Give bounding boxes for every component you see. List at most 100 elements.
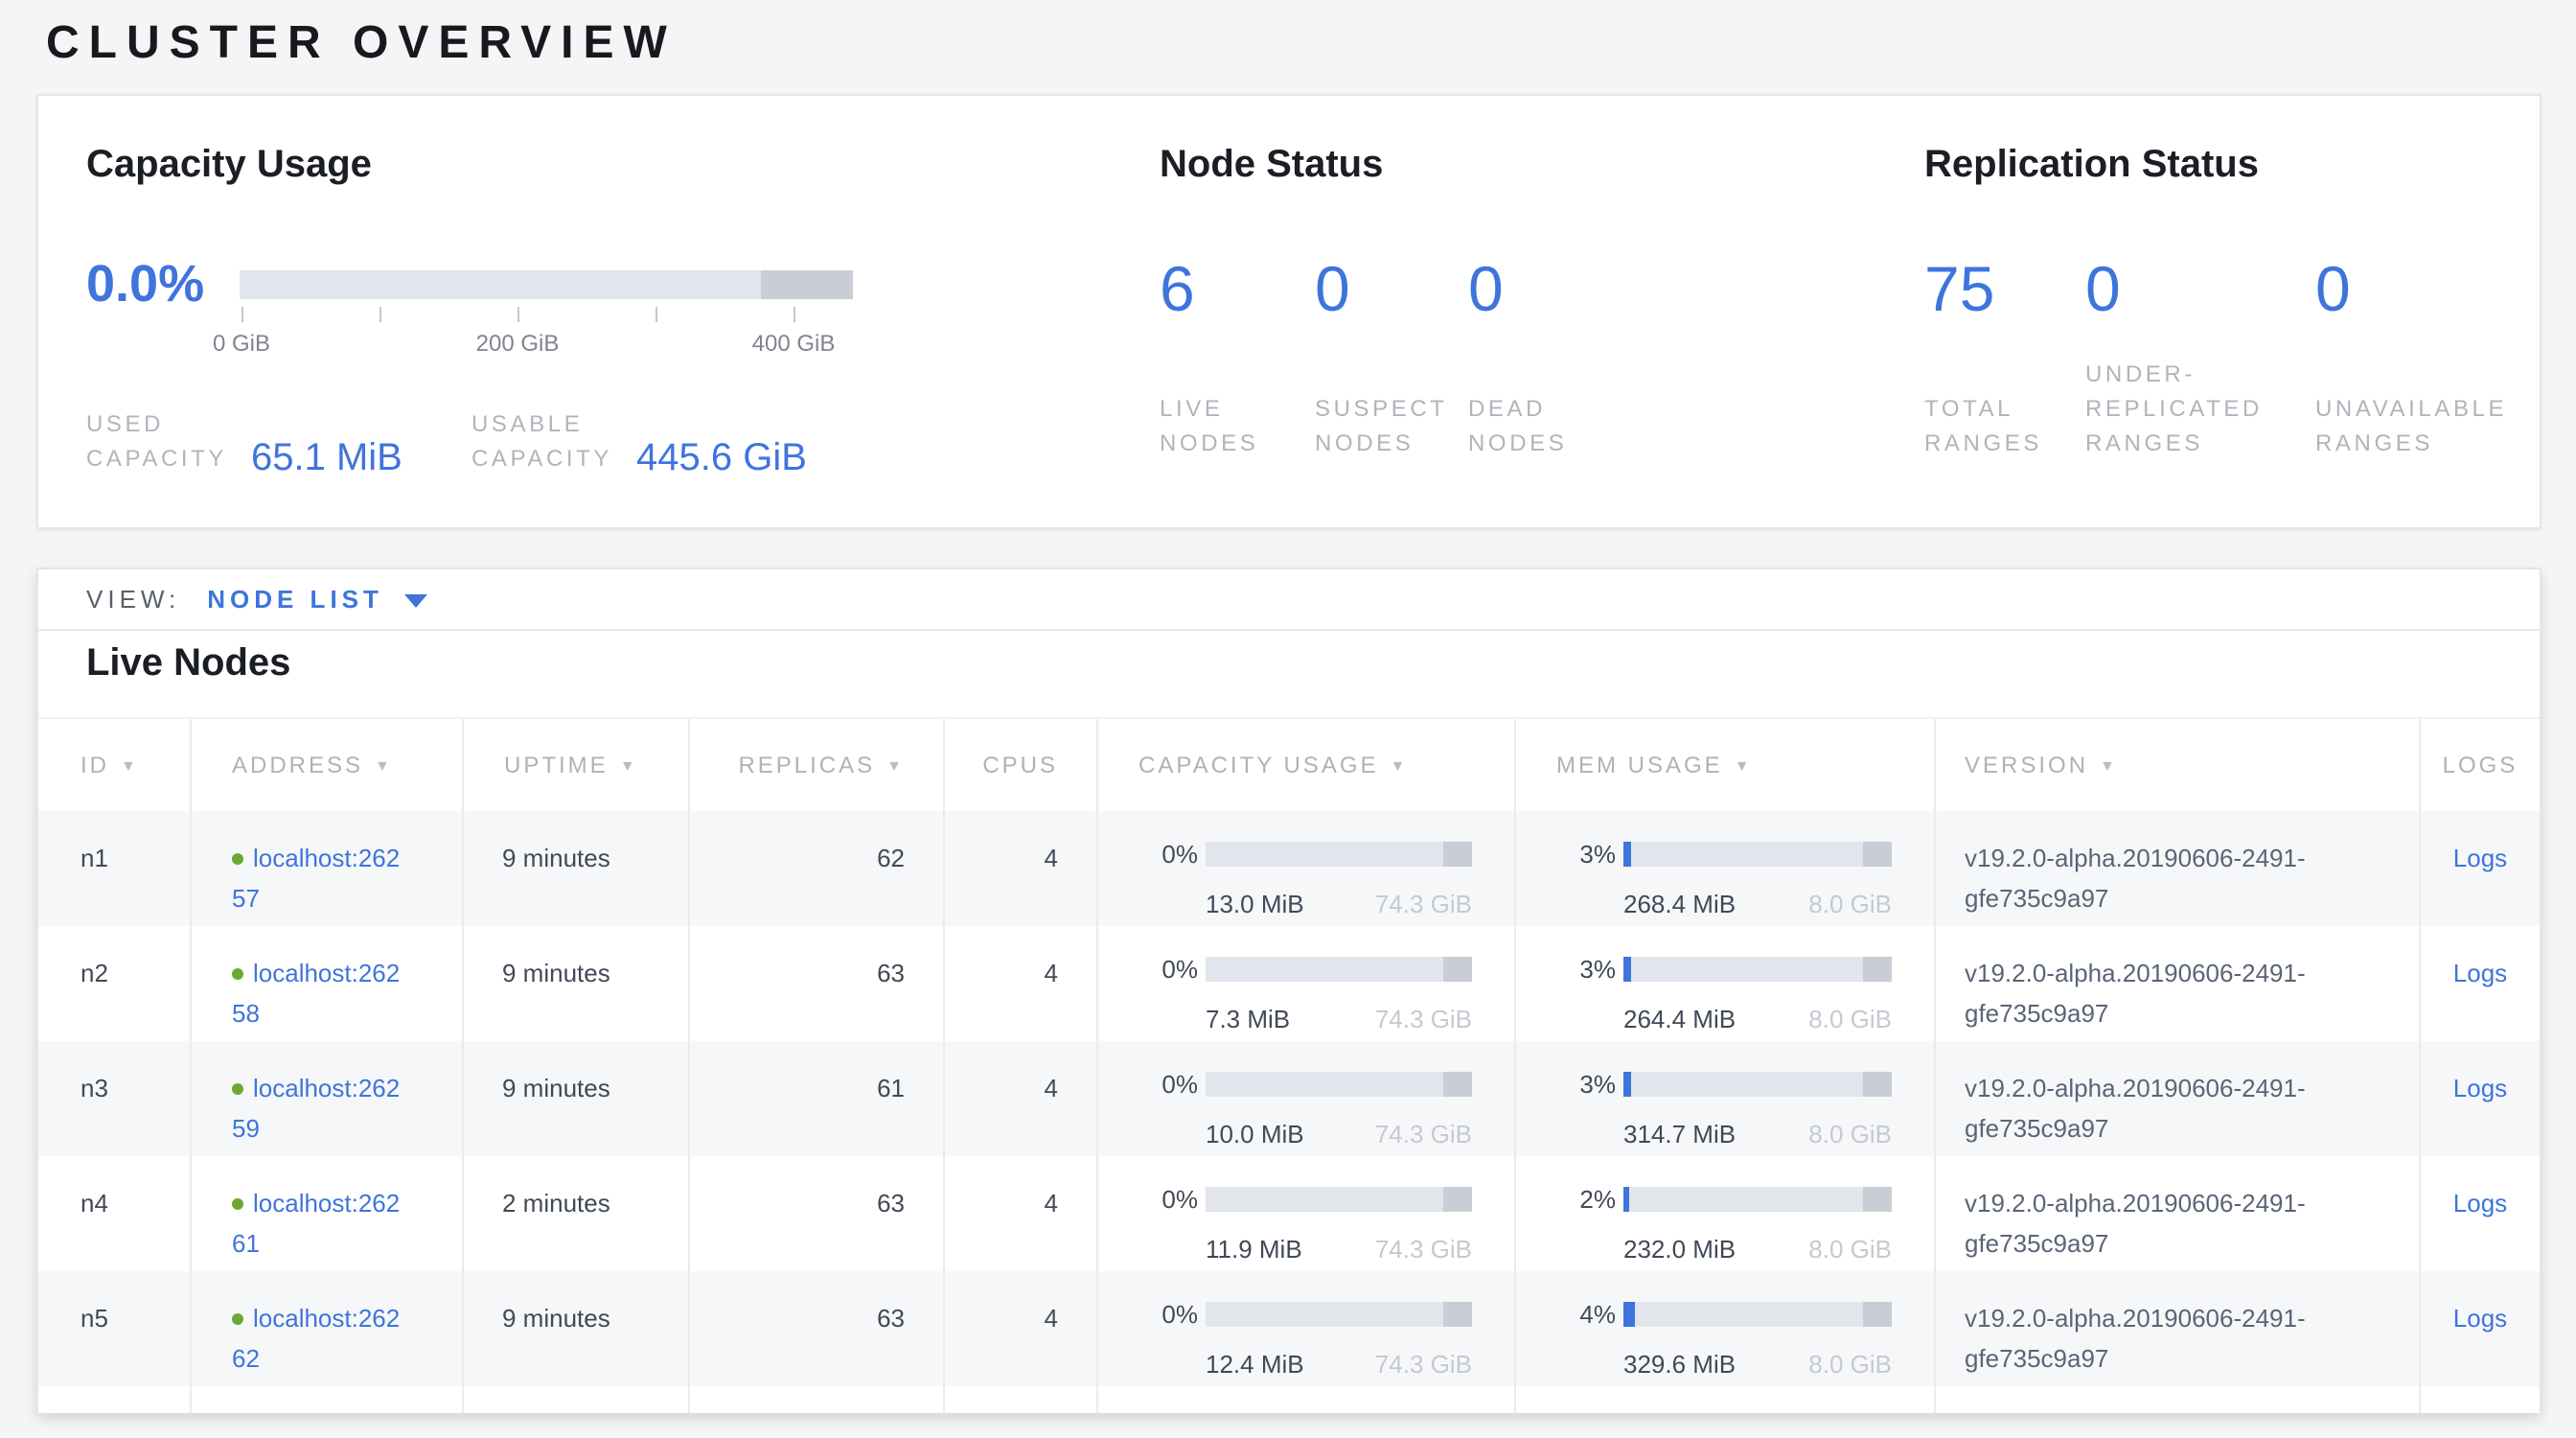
node-capacity-usage-cell: 0% 12.4 MiB 74.3 GiB: [1098, 1271, 1516, 1386]
view-selector-dropdown[interactable]: NODE LIST: [207, 585, 427, 614]
column-header-id[interactable]: ID ▼: [38, 719, 192, 811]
mem-gauge-bar: [1623, 957, 1892, 982]
table-cell: [464, 1386, 690, 1413]
capacity-used-value: 13.0 MiB: [1206, 884, 1304, 924]
live-nodes-label: LIVENODES: [1160, 391, 1258, 460]
node-logs-cell: Logs: [2421, 1271, 2540, 1386]
node-list-card: VIEW: NODE LIST Live Nodes ID ▼ ADDRESS …: [36, 568, 2542, 1413]
logs-link[interactable]: Logs: [2453, 844, 2507, 872]
node-version-cell: v19.2.0-alpha.20190606-2491-gfe735c9a97: [1936, 1271, 2421, 1386]
column-header-uptime[interactable]: UPTIME ▼: [464, 719, 690, 811]
mem-gauge-reserved-segment: [1864, 842, 1892, 867]
table-row: n2 localhost:26258 9 minutes 63 4 0%: [38, 926, 2540, 1041]
sort-arrow-icon: ▼: [886, 756, 905, 774]
node-status-heading: Node Status: [1160, 144, 1850, 188]
mem-used-value: 232.0 MiB: [1623, 1229, 1736, 1269]
mem-gauge-reserved-segment: [1864, 1302, 1892, 1327]
node-address-link[interactable]: localhost:26258: [232, 959, 400, 1028]
unavailable-ranges-label: UNAVAILABLERANGES: [2315, 391, 2507, 460]
node-address-link[interactable]: localhost:26261: [232, 1189, 400, 1258]
table-cell: [1098, 1386, 1516, 1413]
node-capacity-usage-cell: 0% 11.9 MiB 74.3 GiB: [1098, 1156, 1516, 1271]
node-mem-usage-cell: 3% 264.4 MiB 8.0 GiB: [1516, 926, 1936, 1041]
capacity-used-percent: 0.0%: [86, 247, 204, 320]
node-logs-cell: Logs: [2421, 1156, 2540, 1271]
mem-total-value: 8.0 GiB: [1808, 1344, 1892, 1384]
node-address-link[interactable]: localhost:26259: [232, 1074, 400, 1143]
capacity-gauge-reserved-segment: [1444, 957, 1472, 982]
node-address-link[interactable]: localhost:26257: [232, 844, 400, 913]
live-nodes-count: 6: [1160, 251, 1195, 328]
mem-gauge-fill: [1623, 842, 1631, 867]
mem-used-value: 264.4 MiB: [1623, 999, 1736, 1039]
replication-status-heading: Replication Status: [1924, 144, 2538, 188]
axis-tick: [656, 307, 657, 322]
mem-gauge-fill: [1623, 1187, 1629, 1212]
mem-total-value: 8.0 GiB: [1808, 1114, 1892, 1154]
dead-nodes-label: DEADNODES: [1468, 391, 1567, 460]
mem-gauge-fill: [1623, 1072, 1631, 1097]
mem-gauge-bar: [1623, 1072, 1892, 1097]
node-uptime-cell: 9 minutes: [464, 1271, 690, 1386]
node-cpus-cell: 4: [945, 1041, 1098, 1156]
node-logs-cell: Logs: [2421, 926, 2540, 1041]
column-header-capacity-usage[interactable]: CAPACITY USAGE ▼: [1098, 719, 1516, 811]
summary-card: Capacity Usage 0.0% 0 GiB 200 GiB 400 Gi…: [36, 94, 2542, 529]
node-cpus-cell: 4: [945, 1271, 1098, 1386]
node-uptime-cell: 9 minutes: [464, 1041, 690, 1156]
column-header-replicas[interactable]: REPLICAS ▼: [690, 719, 945, 811]
view-selected-value: NODE LIST: [207, 585, 383, 614]
capacity-gauge-bar: [1206, 1302, 1472, 1327]
node-address-cell: localhost:26259: [192, 1041, 464, 1156]
mem-gauge-reserved-segment: [1864, 1072, 1892, 1097]
mem-percent-label: 3%: [1547, 834, 1616, 874]
axis-tick: [518, 307, 519, 322]
logs-link[interactable]: Logs: [2453, 1304, 2507, 1333]
live-status-dot-icon: [232, 968, 243, 980]
column-header-version[interactable]: VERSION ▼: [1936, 719, 2421, 811]
sort-arrow-icon: ▼: [375, 756, 393, 774]
mem-used-value: 329.6 MiB: [1623, 1344, 1736, 1384]
node-version-cell: v19.2.0-alpha.20190606-2491-gfe735c9a97: [1936, 1041, 2421, 1156]
node-version-cell: v19.2.0-alpha.20190606-2491-gfe735c9a97: [1936, 811, 2421, 926]
live-nodes-heading: Live Nodes: [86, 642, 290, 686]
node-cpus-cell: 4: [945, 811, 1098, 926]
node-address-cell: localhost:26257: [192, 811, 464, 926]
live-status-dot-icon: [232, 1198, 243, 1210]
version-text: v19.2.0-alpha.20190606-2491-gfe735c9a97: [1965, 1068, 2421, 1148]
table-row: n5 localhost:26262 9 minutes 63 4 0%: [38, 1271, 2540, 1386]
logs-link[interactable]: Logs: [2453, 1074, 2507, 1102]
mem-gauge-reserved-segment: [1864, 1187, 1892, 1212]
axis-tick: [380, 307, 381, 322]
column-header-address[interactable]: ADDRESS ▼: [192, 719, 464, 811]
node-capacity-usage-cell: 0% 7.3 MiB 74.3 GiB: [1098, 926, 1516, 1041]
capacity-total-value: 74.3 GiB: [1375, 1229, 1472, 1269]
capacity-used-value: 11.9 MiB: [1206, 1229, 1302, 1269]
capacity-bar: [240, 270, 853, 299]
node-replicas-cell: 61: [690, 1041, 945, 1156]
capacity-total-value: 74.3 GiB: [1375, 1344, 1472, 1384]
capacity-bar-reserved-segment: [761, 270, 853, 299]
column-header-mem-usage[interactable]: MEM USAGE ▼: [1516, 719, 1936, 811]
node-id-cell: n5: [38, 1271, 192, 1386]
under-replicated-ranges-label: UNDER-REPLICATEDRANGES: [2085, 357, 2263, 460]
logs-link[interactable]: Logs: [2453, 959, 2507, 987]
capacity-gauge-bar: [1206, 957, 1472, 982]
sort-arrow-icon: ▼: [121, 756, 139, 774]
capacity-percent-label: 0%: [1129, 834, 1198, 874]
live-nodes-table: ID ▼ ADDRESS ▼ UPTIME ▼ REPLICAS ▼ CPUS: [38, 717, 2540, 1413]
replication-status-section: Replication Status 75 TOTALRANGES 0 UNDE…: [1924, 144, 2538, 188]
mem-gauge-bar: [1623, 1302, 1892, 1327]
table-cell: [38, 1386, 192, 1413]
capacity-gauge-reserved-segment: [1444, 1187, 1472, 1212]
logs-link[interactable]: Logs: [2453, 1189, 2507, 1218]
sort-arrow-icon: ▼: [1735, 756, 1753, 774]
mem-percent-label: 3%: [1547, 949, 1616, 989]
node-address-link[interactable]: localhost:26262: [232, 1304, 400, 1373]
version-text: v19.2.0-alpha.20190606-2491-gfe735c9a97: [1965, 953, 2421, 1033]
used-capacity-value: 65.1 MiB: [251, 437, 402, 481]
node-uptime-cell: 9 minutes: [464, 811, 690, 926]
mem-gauge-bar: [1623, 842, 1892, 867]
capacity-axis: 0 GiB 200 GiB 400 GiB: [240, 299, 853, 364]
table-row: n3 localhost:26259 9 minutes 61 4 0%: [38, 1041, 2540, 1156]
